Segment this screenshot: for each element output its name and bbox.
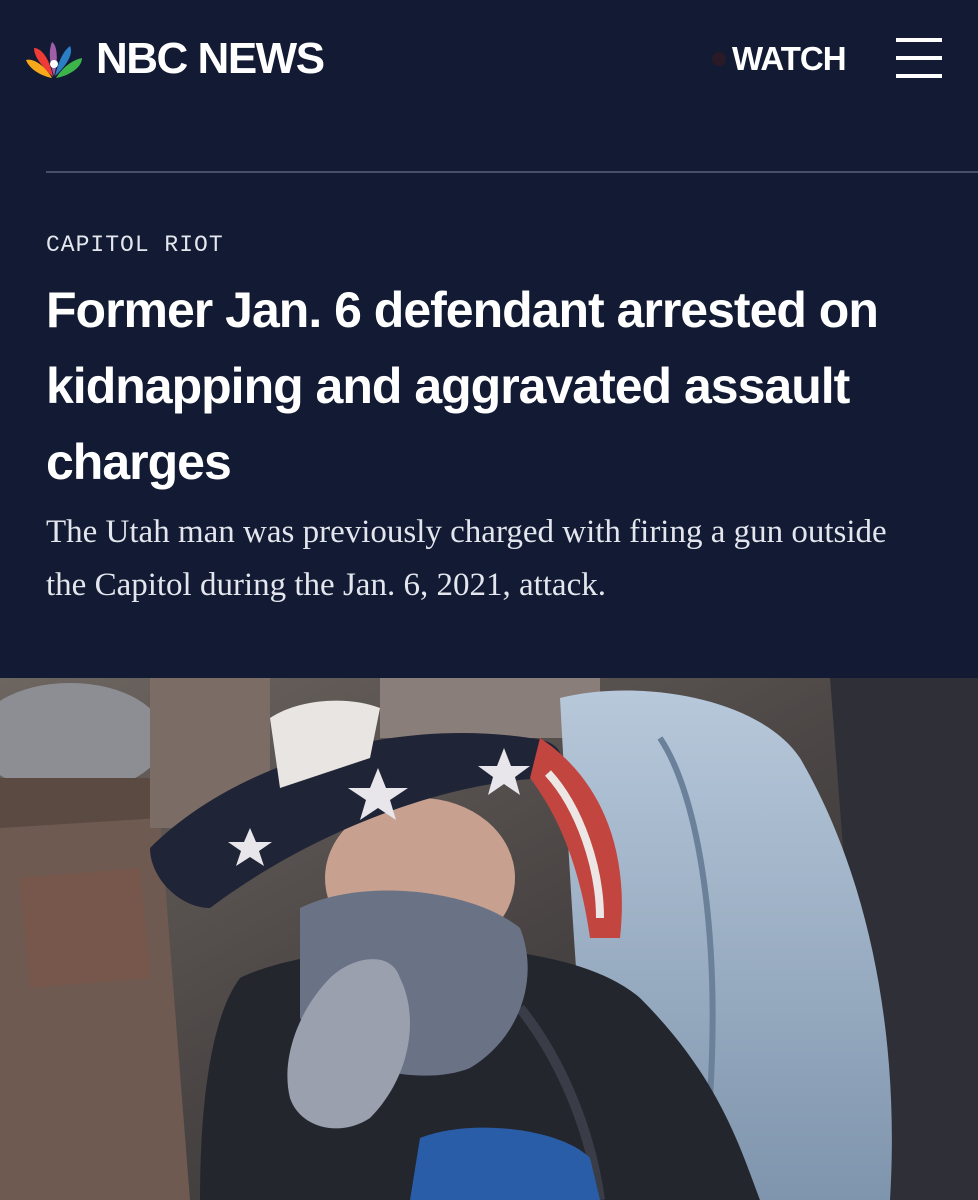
article-category[interactable]: CAPITOL RIOT <box>46 232 224 258</box>
hamburger-menu-icon[interactable] <box>896 38 942 78</box>
watch-button[interactable]: WATCH <box>712 40 847 78</box>
article-dek: The Utah man was previously charged with… <box>46 514 887 603</box>
nbc-peacock-icon <box>26 42 82 78</box>
article-headline: Former Jan. 6 defendant arrested on kidn… <box>46 282 879 490</box>
article-photo <box>0 678 978 1200</box>
header-divider <box>46 171 978 173</box>
watch-label: WATCH <box>732 40 847 77</box>
brand-name: NBC NEWS <box>96 34 325 83</box>
live-dot-icon <box>712 52 726 66</box>
nbc-news-logo[interactable]: NBC NEWS <box>22 34 325 83</box>
top-navigation-bar: NBC NEWS WATCH <box>0 0 978 120</box>
